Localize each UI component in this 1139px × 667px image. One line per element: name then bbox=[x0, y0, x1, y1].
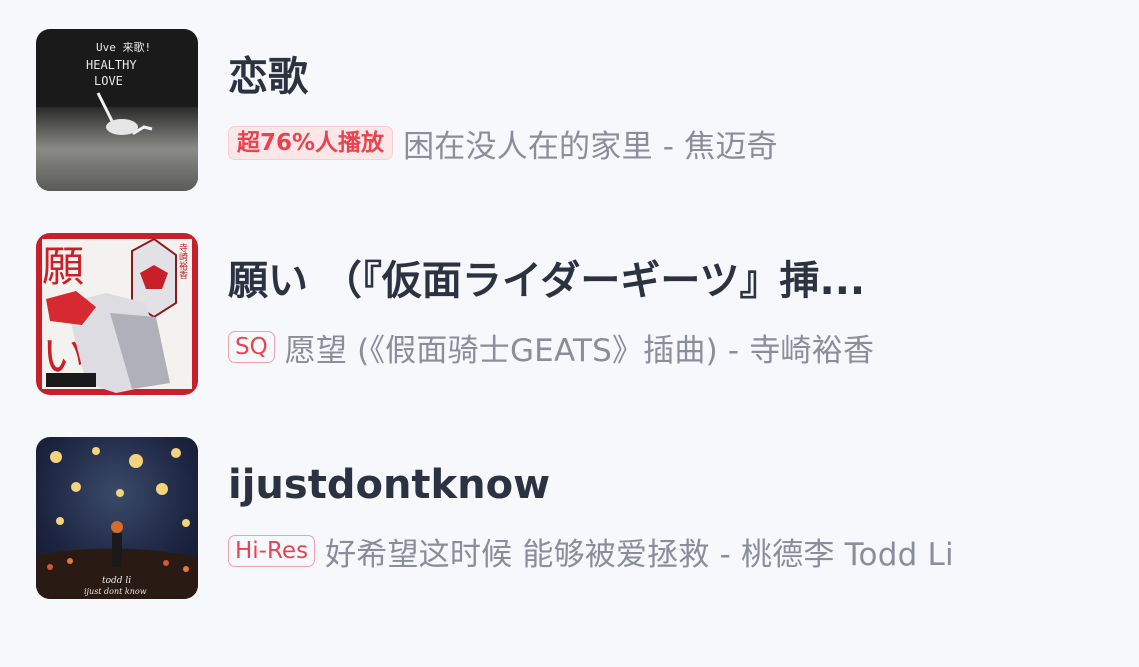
song-title: 恋歌 bbox=[228, 54, 308, 100]
song-row[interactable]: 願 い 寺崎裕香 願い （『仮面ライダーギーツ』挿... SQ 愿望 (《假面骑… bbox=[36, 233, 1116, 395]
cover-text: 寺崎裕香 bbox=[177, 243, 188, 279]
song-subtitle: 好希望这时候 能够被爱拯救 - 桃德李 Todd Li bbox=[325, 536, 954, 573]
song-subtitle-line: Hi-Res 好希望这时候 能够被爱拯救 - 桃德李 Todd Li bbox=[228, 529, 954, 573]
cover-text: 願 bbox=[42, 242, 84, 291]
cover-text: LOVE bbox=[94, 74, 123, 88]
cover-text: todd li bbox=[102, 576, 131, 586]
popularity-badge: 超76%人播放 bbox=[228, 126, 394, 160]
album-cover-image: todd li ijust dont know bbox=[36, 437, 198, 599]
song-list: Uve 来歌! HEALTHY LOVE 恋歌 超76%人播放 困在没人在的家里… bbox=[0, 0, 1139, 667]
song-title: ijustdontknow bbox=[228, 462, 551, 508]
cover-text: ijust dont know bbox=[84, 587, 147, 596]
album-cover-image: 願 い 寺崎裕香 bbox=[36, 233, 198, 395]
song-subtitle-line: SQ 愿望 (《假面骑士GEATS》插曲) - 寺崎裕香 bbox=[228, 325, 874, 369]
song-row[interactable]: Uve 来歌! HEALTHY LOVE 恋歌 超76%人播放 困在没人在的家里… bbox=[36, 29, 1116, 191]
quality-badge: Hi-Res bbox=[228, 535, 316, 567]
cover-text: HEALTHY bbox=[86, 58, 137, 72]
album-cover-image: Uve 来歌! HEALTHY LOVE bbox=[36, 29, 198, 191]
song-subtitle-line: 超76%人播放 困在没人在的家里 - 焦迈奇 bbox=[228, 121, 778, 165]
song-subtitle: 困在没人在的家里 - 焦迈奇 bbox=[403, 128, 778, 165]
cover-text: Uve 来歌! bbox=[96, 40, 151, 54]
quality-badge: SQ bbox=[228, 331, 275, 363]
song-subtitle: 愿望 (《假面骑士GEATS》插曲) - 寺崎裕香 bbox=[284, 332, 875, 369]
song-title: 願い （『仮面ライダーギーツ』挿... bbox=[228, 258, 866, 304]
song-row[interactable]: todd li ijust dont know ijustdontknow Hi… bbox=[36, 437, 1116, 599]
